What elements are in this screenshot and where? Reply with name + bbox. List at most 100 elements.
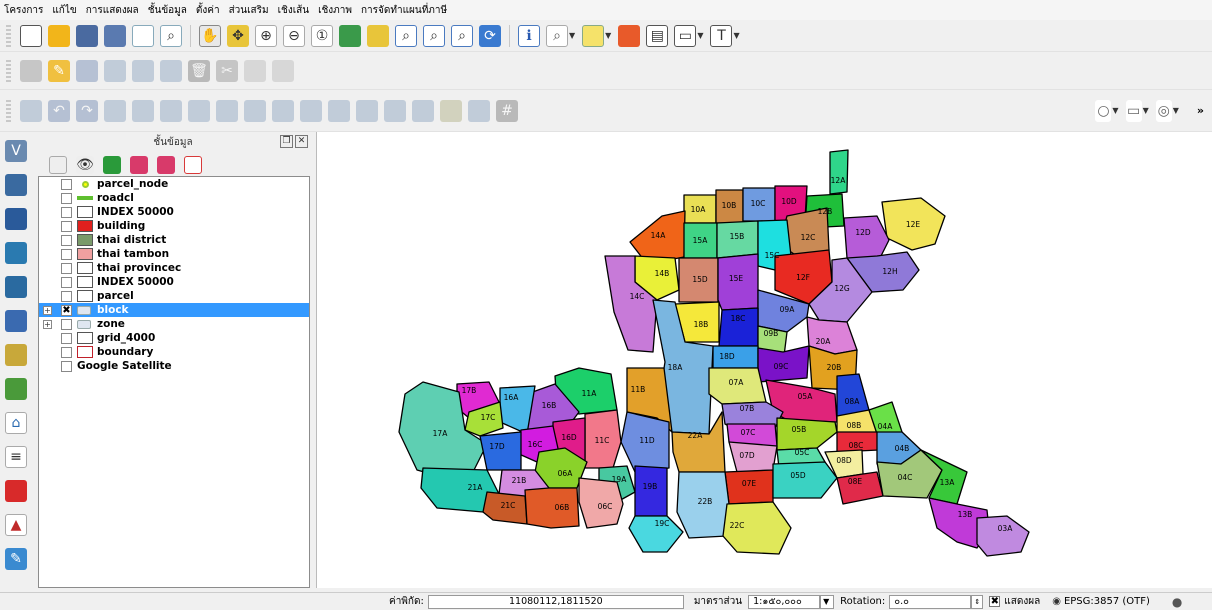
split-parts-icon[interactable]: [384, 99, 406, 122]
layer-visibility-checkbox[interactable]: [61, 346, 72, 358]
save-edits-icon[interactable]: [76, 59, 98, 82]
save-as-icon[interactable]: [104, 24, 126, 47]
block-05d[interactable]: [772, 461, 838, 499]
zoom-native-icon[interactable]: ①: [311, 24, 333, 47]
layer-row-parcel[interactable]: parcel: [39, 289, 309, 303]
layer-row-google-satellite[interactable]: Google Satellite: [39, 359, 309, 373]
rotate-feature-icon[interactable]: [104, 99, 126, 122]
expand-toggle-icon[interactable]: +: [43, 319, 52, 329]
menu-tax-map[interactable]: การจัดทำแผนที่ภาษี: [361, 3, 447, 18]
menu-edit[interactable]: แก้ไข: [52, 3, 76, 18]
merge-attributes-icon[interactable]: [440, 99, 462, 122]
grid-snap-icon[interactable]: #: [496, 99, 518, 122]
chevron-down-icon[interactable]: ▼: [569, 31, 575, 40]
toolbar-grip[interactable]: [6, 99, 11, 122]
layer-visibility-checkbox[interactable]: [61, 248, 72, 260]
remove-layer-icon[interactable]: [184, 156, 202, 174]
add-raster-layer-icon[interactable]: [5, 174, 27, 196]
enable-advanced-digitizing-icon[interactable]: [20, 99, 42, 122]
block-05b[interactable]: [776, 417, 838, 451]
save-project-icon[interactable]: [76, 24, 98, 47]
refresh-icon[interactable]: ⟳: [479, 24, 501, 47]
layer-row-grid-4000[interactable]: grid_4000: [39, 331, 309, 345]
copy-features-icon[interactable]: [244, 59, 266, 82]
layer-visibility-checkbox[interactable]: [61, 206, 72, 218]
add-postgis-layer-icon[interactable]: [5, 208, 27, 230]
split-features-icon[interactable]: [356, 99, 378, 122]
layer-row-index-50000[interactable]: INDEX 50000: [39, 275, 309, 289]
new-composer-icon[interactable]: [132, 24, 154, 47]
add-wfs-layer-icon[interactable]: [5, 276, 27, 298]
block-03a[interactable]: [976, 515, 1030, 557]
edit-note-icon[interactable]: ✎: [5, 548, 27, 570]
chevron-down-icon[interactable]: ▼: [1173, 106, 1179, 115]
add-ring-icon[interactable]: [160, 99, 182, 122]
chevron-down-icon[interactable]: ▼: [1112, 106, 1118, 115]
chevron-down-icon[interactable]: ▼: [1143, 106, 1149, 115]
add-part-icon[interactable]: [188, 99, 210, 122]
menu-layer[interactable]: ชั้นข้อมูล: [148, 3, 187, 18]
zoom-full-icon[interactable]: [339, 24, 361, 47]
cut-features-scissors-icon[interactable]: ✂: [216, 59, 238, 82]
layer-visibility-checkbox[interactable]: [61, 276, 72, 288]
toggle-extents-icon[interactable]: [360, 591, 382, 610]
scale-field[interactable]: 1:๑๕๐,๐๐๐: [748, 594, 821, 609]
zoom-last-icon[interactable]: ⌕: [423, 24, 445, 47]
layer-row-block[interactable]: + ✖ block: [39, 303, 309, 317]
layer-visibility-checkbox[interactable]: [61, 262, 72, 274]
undo-icon[interactable]: ↶: [48, 99, 70, 122]
expand-all-icon[interactable]: [130, 156, 148, 174]
add-feature-icon[interactable]: [104, 59, 126, 82]
deselect-icon[interactable]: [618, 24, 641, 47]
menu-plugins[interactable]: ส่วนเสริม: [229, 3, 269, 18]
add-group-icon[interactable]: [49, 156, 67, 174]
redo-icon[interactable]: ↷: [76, 99, 98, 122]
measure-icon[interactable]: ▭: [674, 24, 697, 47]
delete-part-icon[interactable]: [272, 99, 294, 122]
delete-selected-icon[interactable]: 🗑: [188, 59, 210, 82]
node-tool-icon[interactable]: [160, 59, 182, 82]
attribute-table-icon[interactable]: ▤: [646, 24, 669, 47]
current-edits-icon[interactable]: [20, 59, 42, 82]
rotation-field[interactable]: ๐.๐: [889, 594, 972, 609]
expand-toggle-icon[interactable]: +: [43, 305, 52, 315]
layer-row-index-50000[interactable]: INDEX 50000: [39, 205, 309, 219]
layer-row-roadcl[interactable]: roadcl: [39, 191, 309, 205]
layer-row-building[interactable]: building: [39, 219, 309, 233]
zoom-to-layer-icon[interactable]: ⌕: [395, 24, 417, 47]
open-project-icon[interactable]: [48, 24, 70, 47]
close-panel-icon[interactable]: ✕: [295, 135, 308, 148]
crs-globe-icon[interactable]: ◉: [1052, 596, 1061, 607]
offset-curve-icon[interactable]: [328, 99, 350, 122]
toolbar-overflow-icon[interactable]: »: [1197, 104, 1204, 117]
simplify-feature-icon[interactable]: [132, 99, 154, 122]
block-12a[interactable]: [829, 149, 849, 195]
run-action-icon[interactable]: ⌕: [546, 24, 568, 47]
render-checkbox[interactable]: ✖: [989, 596, 1001, 607]
layer-row-boundary[interactable]: boundary: [39, 345, 309, 359]
map-canvas[interactable]: 12A 10A 10B 10C 10D 12B 12E 14A 15A 15B 12C 12D 15C 1…: [316, 132, 1212, 588]
menu-view[interactable]: การแสดงผล: [86, 3, 139, 18]
label-pin-icon[interactable]: ○: [1095, 99, 1112, 122]
list-icon[interactable]: ≡: [5, 446, 27, 468]
add-wms-layer-icon[interactable]: [5, 242, 27, 264]
text-annotation-icon[interactable]: T: [710, 24, 733, 47]
chevron-down-icon[interactable]: ▼: [697, 31, 703, 40]
filter-legend-icon[interactable]: [103, 156, 121, 174]
identify-icon[interactable]: ℹ: [518, 24, 540, 47]
delete-ring-icon[interactable]: [244, 99, 266, 122]
rotate-point-symbols-icon[interactable]: [468, 99, 490, 122]
layer-row-thai-district[interactable]: thai district: [39, 233, 309, 247]
layer-visibility-checkbox[interactable]: [61, 360, 72, 372]
plugin-map-icon[interactable]: [5, 378, 27, 400]
menu-settings[interactable]: ตั้งค่า: [196, 3, 220, 18]
zoom-next-icon[interactable]: ⌕: [451, 24, 473, 47]
layer-visibility-checkbox[interactable]: [61, 178, 72, 190]
move-feature-icon[interactable]: [132, 59, 154, 82]
layer-visibility-checkbox[interactable]: ✖: [61, 304, 72, 316]
layer-tree[interactable]: parcel_node roadcl INDEX 50000 building thai…: [38, 176, 310, 588]
fill-ring-icon[interactable]: [216, 99, 238, 122]
scale-dropdown-chevron-icon[interactable]: ▼: [820, 594, 835, 609]
coordinate-field[interactable]: 11080112,1811520: [427, 594, 684, 609]
triangle-tool-icon[interactable]: ▲: [5, 514, 27, 536]
